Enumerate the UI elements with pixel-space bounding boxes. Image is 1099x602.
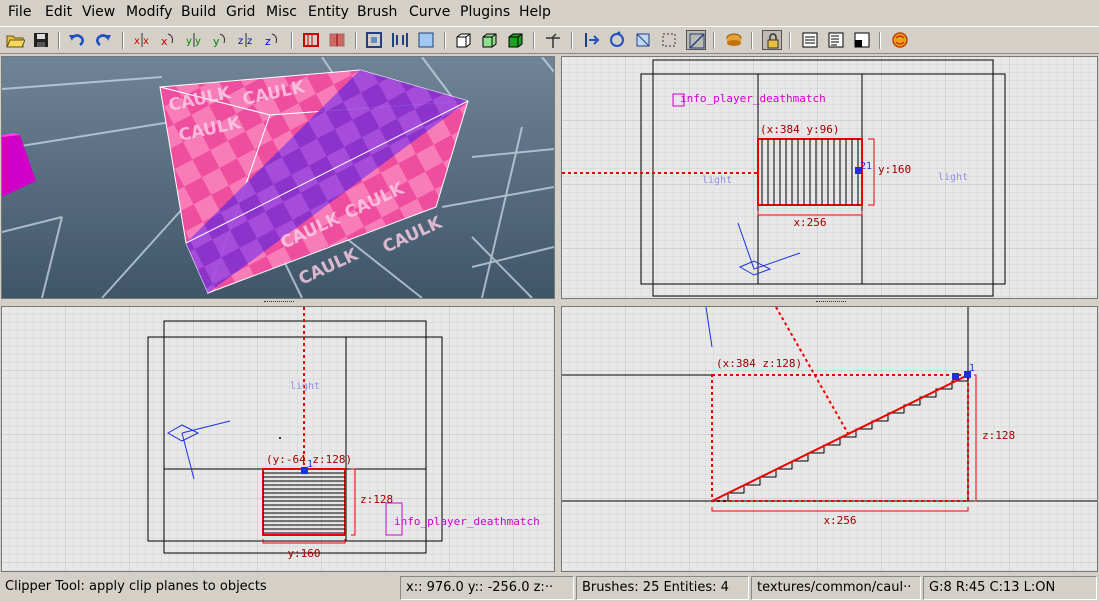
toolbar-separator	[355, 32, 357, 49]
dimension-z: z:128	[360, 493, 393, 506]
svg-text:y: y	[195, 36, 201, 47]
menu-edit[interactable]: Edit	[45, 4, 72, 20]
svg-text:x: x	[143, 36, 149, 47]
toolbar-separator	[444, 32, 446, 49]
make-detail-icon[interactable]	[543, 30, 563, 50]
select-complete-icon[interactable]	[505, 30, 525, 50]
coord-label: (x:384 z:128)	[716, 357, 802, 370]
menu-entity[interactable]: Entity	[308, 4, 349, 20]
texture-view-icon[interactable]	[800, 30, 820, 50]
menu-modify[interactable]: Modify	[126, 4, 172, 20]
grid-background	[2, 307, 554, 571]
flip-y-icon[interactable]: yy	[184, 30, 204, 50]
dimension-z: z:128	[982, 429, 1015, 442]
svg-text:z: z	[247, 36, 252, 47]
flip-x-icon[interactable]: xx	[132, 30, 152, 50]
clipper-icon[interactable]	[686, 30, 706, 50]
csg-merge-icon[interactable]	[327, 30, 347, 50]
rotate-z-icon[interactable]: z	[262, 30, 282, 50]
light-label: light	[290, 381, 320, 392]
entity-list-icon[interactable]	[826, 30, 846, 50]
toolbar-separator	[291, 32, 293, 49]
save-icon[interactable]	[31, 30, 51, 50]
svg-text:y: y	[213, 35, 220, 48]
entity-label: info_player_deathmatch	[394, 515, 540, 528]
camera-viewport[interactable]: CAULK CAULK CAULK CAULK CAULK CAULK CAUL…	[1, 56, 555, 299]
clip-point[interactable]	[952, 373, 959, 380]
plugin-icon[interactable]	[890, 30, 910, 50]
xy-top-viewport[interactable]: info_player_deathmatch (x:384 y:96) y:16…	[561, 56, 1098, 299]
entity-label: info_player_deathmatch	[680, 92, 826, 105]
menu-misc[interactable]: Misc	[266, 4, 297, 20]
toolbar-separator	[533, 32, 535, 49]
dimension-y: y:160	[287, 547, 320, 560]
light-label: light	[938, 172, 968, 183]
menu-help[interactable]: Help	[519, 4, 551, 20]
select-inside-icon[interactable]	[416, 30, 436, 50]
open-icon[interactable]	[5, 30, 25, 50]
clip-point-label: 1	[969, 363, 975, 374]
undo-icon[interactable]	[67, 30, 87, 50]
patch-icon[interactable]	[633, 30, 653, 50]
xz-front-viewport[interactable]: (x:384 z:128) 1 z:128 x:256	[561, 306, 1098, 572]
dimension-x: x:256	[793, 216, 826, 229]
splitter-grip[interactable]	[816, 301, 846, 304]
clip-point-label: 21	[860, 161, 872, 172]
flip-z-icon[interactable]: zz	[236, 30, 256, 50]
status-bar: Clipper Tool: apply clip planes to objec…	[0, 574, 1099, 602]
menu-file[interactable]: File	[8, 4, 31, 20]
csg-room-icon[interactable]	[390, 30, 410, 50]
status-texture: textures/common/caul··	[751, 576, 921, 600]
dimension-x: x:256	[823, 514, 856, 527]
svg-text:z: z	[265, 35, 271, 48]
svg-text:x: x	[134, 36, 140, 47]
rotate-y-icon[interactable]: y	[210, 30, 230, 50]
toolbar-separator	[713, 32, 715, 49]
select-touching-icon[interactable]	[453, 30, 473, 50]
csg-hollow-icon[interactable]	[364, 30, 384, 50]
make-structural-icon[interactable]	[581, 30, 601, 50]
entity-icon[interactable]	[724, 30, 744, 50]
clip-point-label: 1	[307, 459, 313, 470]
splitter-grip[interactable]	[264, 301, 294, 304]
lock-icon[interactable]	[762, 30, 782, 50]
texture-lock-icon[interactable]	[607, 30, 627, 50]
menu-curve[interactable]: Curve	[409, 4, 450, 20]
status-message: Clipper Tool: apply clip planes to objec…	[5, 579, 267, 594]
toolbar-separator	[58, 32, 60, 49]
menu-bar: File Edit View Modify Build Grid Misc En…	[0, 0, 1099, 24]
toolbar-separator	[122, 32, 124, 49]
menu-plugins[interactable]: Plugins	[460, 4, 510, 20]
grid-background	[562, 57, 1097, 298]
toolbar-separator	[571, 32, 573, 49]
svg-text:y: y	[186, 36, 192, 47]
main-toolbar: xx x yy y zz z	[0, 26, 1099, 54]
rotate-x-icon[interactable]: x	[158, 30, 178, 50]
menu-view[interactable]: View	[82, 4, 115, 20]
dotted-select-icon[interactable]	[659, 30, 679, 50]
coord-label: (x:384 y:96)	[760, 123, 839, 136]
toolbar-separator	[751, 32, 753, 49]
status-grid: G:8 R:45 C:13 L:ON	[923, 576, 1097, 600]
status-counts: Brushes: 25 Entities: 4	[576, 576, 749, 600]
menu-build[interactable]: Build	[181, 4, 216, 20]
light-label: light	[702, 175, 732, 186]
menu-brush[interactable]: Brush	[357, 4, 397, 20]
dimension-y: y:160	[878, 163, 911, 176]
grid-background	[562, 307, 1097, 571]
svg-text:x: x	[161, 35, 168, 48]
yz-side-viewport[interactable]: light (y:-64 z:128) 1 z:128 y:160 info_p…	[1, 306, 555, 572]
select-partial-icon[interactable]	[479, 30, 499, 50]
status-coordinates: x:: 976.0 y:: -256.0 z:··	[400, 576, 574, 600]
toolbar-separator	[879, 32, 881, 49]
svg-text:z: z	[238, 36, 243, 47]
console-icon[interactable]	[852, 30, 872, 50]
redo-icon[interactable]	[93, 30, 113, 50]
toolbar-separator	[789, 32, 791, 49]
csg-subtract-icon[interactable]	[301, 30, 321, 50]
menu-grid[interactable]: Grid	[226, 4, 255, 20]
